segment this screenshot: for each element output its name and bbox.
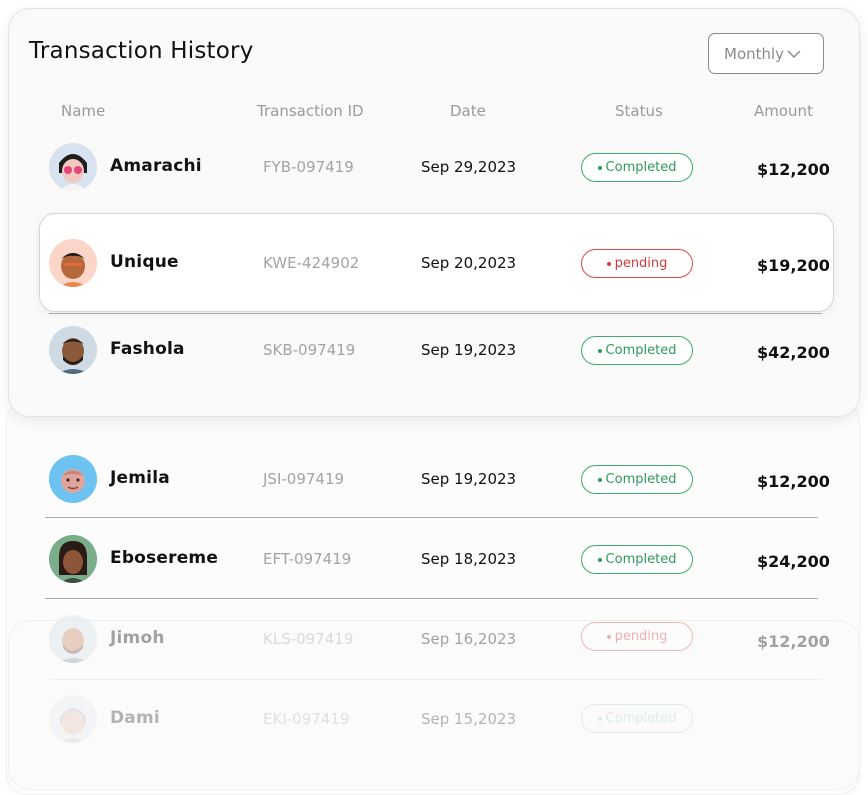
row-name: Jimoh bbox=[110, 628, 165, 648]
status-badge: Completed bbox=[581, 704, 693, 733]
row-amount: $12,200 bbox=[757, 472, 830, 491]
status-dot-icon bbox=[606, 261, 611, 266]
avatar bbox=[49, 455, 97, 503]
row-transaction-id: JSI-097419 bbox=[263, 470, 345, 488]
row-date: Sep 19,2023 bbox=[421, 341, 517, 359]
row-transaction-id: FYB-097419 bbox=[263, 158, 354, 176]
row-amount: $12,200 bbox=[757, 632, 830, 651]
period-dropdown-value: Monthly bbox=[724, 44, 785, 63]
avatar bbox=[49, 615, 97, 663]
row-divider bbox=[49, 313, 822, 314]
row-name: Dami bbox=[110, 708, 160, 728]
row-date: Sep 19,2023 bbox=[421, 470, 517, 488]
row-name: Jemila bbox=[110, 468, 170, 488]
column-header-transaction-id: Transaction ID bbox=[257, 102, 364, 120]
avatar bbox=[49, 143, 97, 191]
status-badge: Completed bbox=[581, 465, 693, 494]
column-header-date: Date bbox=[450, 102, 486, 120]
status-badge: pending bbox=[581, 622, 693, 651]
avatar bbox=[49, 239, 97, 287]
row-amount: $24,200 bbox=[757, 552, 830, 571]
row-date: Sep 29,2023 bbox=[421, 158, 517, 176]
row-transaction-id: KWE-424902 bbox=[263, 254, 360, 272]
period-dropdown[interactable]: Monthly bbox=[708, 33, 824, 74]
status-dot-icon bbox=[597, 477, 602, 482]
page-title: Transaction History bbox=[29, 38, 254, 64]
column-header-name: Name bbox=[61, 102, 106, 120]
row-name: Fashola bbox=[110, 339, 185, 359]
row-amount: $19,200 bbox=[757, 256, 830, 275]
row-name: Unique bbox=[110, 252, 179, 272]
status-badge: Completed bbox=[581, 336, 693, 365]
avatar bbox=[49, 326, 97, 374]
row-date: Sep 16,2023 bbox=[421, 630, 517, 648]
row-transaction-id: EFT-097419 bbox=[263, 550, 352, 568]
row-date: Sep 20,2023 bbox=[421, 254, 517, 272]
status-dot-icon bbox=[597, 557, 602, 562]
row-amount: $12,200 bbox=[757, 160, 830, 179]
row-transaction-id: SKB-097419 bbox=[263, 341, 356, 359]
column-header-amount: Amount bbox=[754, 102, 813, 120]
status-dot-icon bbox=[606, 634, 611, 639]
avatar bbox=[49, 695, 97, 743]
row-divider bbox=[45, 598, 818, 599]
row-transaction-id: KLS-097419 bbox=[263, 630, 354, 648]
row-divider bbox=[50, 679, 823, 680]
row-name: Amarachi bbox=[110, 156, 202, 176]
status-dot-icon bbox=[597, 348, 602, 353]
row-amount: $42,200 bbox=[757, 343, 830, 362]
status-dot-icon bbox=[597, 716, 602, 721]
status-badge: Completed bbox=[581, 153, 693, 182]
status-badge: pending bbox=[581, 249, 693, 278]
row-date: Sep 15,2023 bbox=[421, 710, 517, 728]
row-divider bbox=[45, 517, 818, 518]
column-header-status: Status bbox=[615, 102, 663, 120]
row-date: Sep 18,2023 bbox=[421, 550, 517, 568]
row-name: Ebosereme bbox=[110, 548, 219, 568]
row-transaction-id: EKI-097419 bbox=[263, 710, 350, 728]
chevron-down-icon bbox=[787, 49, 801, 58]
avatar bbox=[49, 535, 97, 583]
status-badge: Completed bbox=[581, 545, 693, 574]
status-dot-icon bbox=[597, 165, 602, 170]
